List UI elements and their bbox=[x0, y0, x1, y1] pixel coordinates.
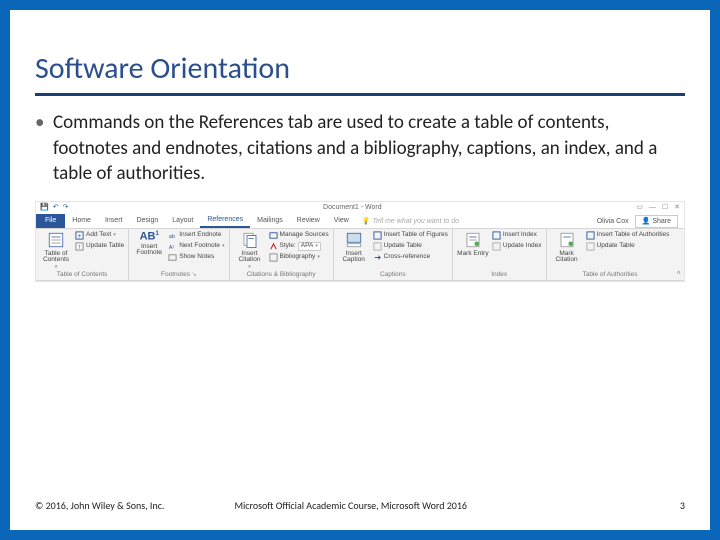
insert-tof-button[interactable]: Insert Table of Figures bbox=[373, 231, 448, 240]
word-ribbon-screenshot: 💾 ↶ ↷ Document1 - Word ▭ — ☐ ✕ File Home… bbox=[35, 201, 685, 283]
mark-citation-icon bbox=[558, 231, 576, 249]
group-toc: Table of Contents ▾ +Add Text▾ !Update T… bbox=[36, 229, 129, 281]
tab-review[interactable]: Review bbox=[290, 214, 327, 228]
title-rule bbox=[35, 93, 685, 96]
bibliography-button[interactable]: Bibliography▾ bbox=[269, 253, 329, 262]
citation-style-select[interactable]: Style: APA▾ bbox=[269, 242, 329, 251]
tab-home[interactable]: Home bbox=[65, 214, 98, 228]
caption-icon bbox=[345, 231, 363, 249]
ribbon-tabs: File Home Insert Design Layout Reference… bbox=[36, 214, 684, 229]
tell-me[interactable]: 💡Tell me what you want to do bbox=[356, 215, 465, 228]
group-captions: Insert Caption Insert Table of Figures U… bbox=[334, 229, 453, 281]
cross-reference-button[interactable]: Cross-reference bbox=[373, 253, 448, 262]
tab-layout[interactable]: Layout bbox=[165, 214, 200, 228]
quick-access-toolbar: 💾 ↶ ↷ bbox=[40, 204, 68, 211]
group-footnotes: AB1 Insert Footnote abInsert Endnote A¹N… bbox=[129, 229, 229, 281]
share-button[interactable]: 👤Share bbox=[635, 215, 678, 228]
footer-copyright: © 2016, John Wiley & Sons, Inc. bbox=[35, 499, 164, 512]
footnote-dialog-launcher[interactable]: ↘ bbox=[190, 272, 197, 278]
svg-text:ab: ab bbox=[169, 234, 175, 240]
update-index-button[interactable]: Update Index bbox=[492, 242, 542, 251]
citation-icon bbox=[241, 231, 259, 249]
mark-citation-button[interactable]: Mark Citation bbox=[551, 231, 583, 264]
mark-entry-icon bbox=[464, 231, 482, 249]
svg-text:+: + bbox=[78, 233, 82, 240]
undo-icon[interactable]: ↶ bbox=[53, 204, 59, 211]
tab-mailings[interactable]: Mailings bbox=[250, 214, 290, 228]
page-number: 3 bbox=[680, 499, 685, 512]
save-icon[interactable]: 💾 bbox=[40, 204, 49, 211]
toc-icon bbox=[47, 231, 65, 249]
mark-entry-button[interactable]: Mark Entry bbox=[457, 231, 489, 258]
bulb-icon: 💡 bbox=[362, 218, 371, 225]
group-label-footnotes: Footnotes ↘ bbox=[133, 270, 224, 281]
group-label-toa: Table of Authorities bbox=[551, 270, 670, 281]
document-name: Document1 - Word bbox=[68, 204, 636, 211]
show-notes-button[interactable]: Show Notes bbox=[168, 253, 224, 262]
tab-file[interactable]: File bbox=[36, 214, 65, 228]
tab-references[interactable]: References bbox=[200, 214, 250, 228]
title-bar: 💾 ↶ ↷ Document1 - Word ▭ — ☐ ✕ bbox=[36, 202, 684, 214]
footnote-ab-icon: AB1 bbox=[140, 231, 159, 243]
ribbon-options-icon[interactable]: ▭ bbox=[636, 204, 643, 211]
update-table-button[interactable]: !Update Table bbox=[75, 242, 124, 251]
group-citations: Insert Citation ▾ Manage Sources Style: … bbox=[230, 229, 334, 281]
ribbon-body: Table of Contents ▾ +Add Text▾ !Update T… bbox=[36, 229, 684, 282]
group-index: Mark Entry Insert Index Update Index Ind… bbox=[453, 229, 547, 281]
update-toa-button[interactable]: Update Table bbox=[586, 242, 670, 251]
group-label-index: Index bbox=[457, 270, 542, 281]
maximize-icon[interactable]: ☐ bbox=[662, 204, 668, 211]
slide-footer: © 2016, John Wiley & Sons, Inc. Microsof… bbox=[35, 499, 685, 512]
insert-toa-button[interactable]: Insert Table of Authorities bbox=[586, 231, 670, 240]
group-label-toc: Table of Contents bbox=[40, 270, 124, 281]
minimize-icon[interactable]: — bbox=[649, 204, 656, 211]
next-footnote-button[interactable]: A¹Next Footnote▾ bbox=[168, 242, 224, 251]
share-icon: 👤 bbox=[642, 218, 651, 225]
insert-footnote-button[interactable]: AB1 Insert Footnote bbox=[133, 231, 165, 257]
close-icon[interactable]: ✕ bbox=[674, 204, 680, 211]
footer-center: Microsoft Official Academic Course, Micr… bbox=[164, 499, 679, 512]
group-label-captions: Captions bbox=[338, 270, 448, 281]
add-text-button[interactable]: +Add Text▾ bbox=[75, 231, 124, 240]
update-tof-button[interactable]: Update Table bbox=[373, 242, 448, 251]
toc-button[interactable]: Table of Contents ▾ bbox=[40, 231, 72, 270]
tab-design[interactable]: Design bbox=[129, 214, 165, 228]
insert-citation-button[interactable]: Insert Citation ▾ bbox=[234, 231, 266, 270]
bullet-dot: • bbox=[35, 110, 53, 187]
tab-insert[interactable]: Insert bbox=[98, 214, 130, 228]
insert-endnote-button[interactable]: abInsert Endnote bbox=[168, 231, 224, 240]
group-label-citations: Citations & Bibliography bbox=[234, 270, 329, 281]
svg-text:!: ! bbox=[79, 245, 81, 251]
window-controls: ▭ — ☐ ✕ bbox=[636, 204, 680, 211]
manage-sources-button[interactable]: Manage Sources bbox=[269, 231, 329, 240]
insert-caption-button[interactable]: Insert Caption bbox=[338, 231, 370, 264]
tab-view[interactable]: View bbox=[327, 214, 356, 228]
insert-index-button[interactable]: Insert Index bbox=[492, 231, 542, 240]
bullet-item: • Commands on the References tab are use… bbox=[35, 110, 685, 187]
collapse-ribbon-icon[interactable]: ˄ bbox=[673, 229, 684, 281]
slide: Software Orientation • Commands on the R… bbox=[0, 0, 720, 540]
svg-text:A¹: A¹ bbox=[169, 245, 175, 251]
bullet-text: Commands on the References tab are used … bbox=[53, 110, 685, 187]
user-name[interactable]: Olivia Cox bbox=[597, 218, 629, 225]
slide-title: Software Orientation bbox=[35, 50, 685, 87]
group-toa: Mark Citation Insert Table of Authoritie… bbox=[547, 229, 674, 281]
